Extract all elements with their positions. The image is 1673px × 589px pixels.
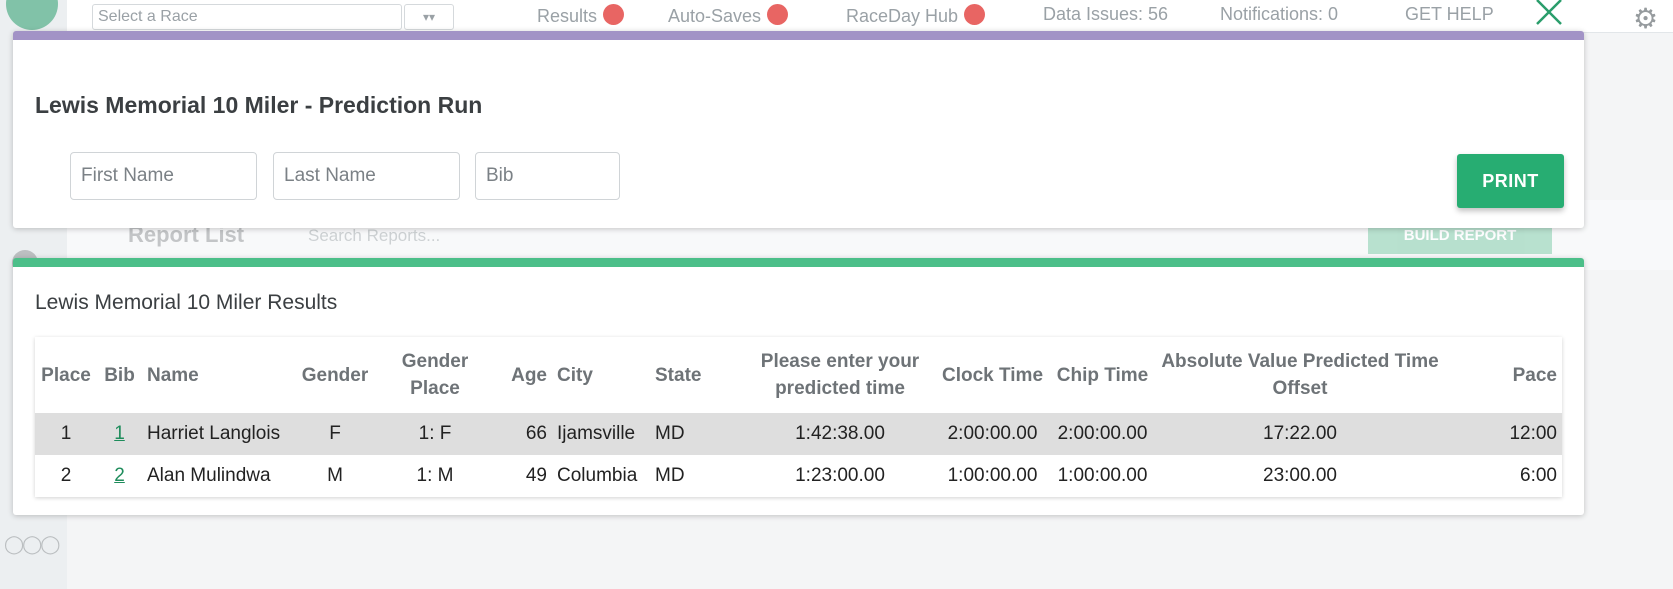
cell-offset: 23:00.00 <box>1263 465 1337 487</box>
cell-chip-time: 1:00:00.00 <box>1057 465 1148 487</box>
cell-clock-time: 2:00:00.00 <box>947 422 1038 444</box>
cell-gender: M <box>327 465 343 487</box>
cell-gender-place: 1: F <box>418 422 452 444</box>
nav-results[interactable]: Results <box>537 4 625 27</box>
cell-state: MD <box>655 465 685 487</box>
alert-dot-icon <box>767 4 789 25</box>
cell-predicted-time: 1:42:38.00 <box>795 422 885 444</box>
cell-gender-place: 1: M <box>416 465 454 487</box>
col-header-state[interactable]: State <box>650 337 745 413</box>
bib-input[interactable] <box>475 152 620 200</box>
app-logo <box>6 0 58 30</box>
table-row: 1 1 Harriet Langlois F 1: F 66 Ijamsvill… <box>35 413 1562 455</box>
col-header-predicted-time[interactable]: Please enter your predicted time <box>745 337 935 413</box>
cell-predicted-time: 1:23:00.00 <box>795 465 885 487</box>
report-search-input[interactable]: Search Reports... <box>308 226 440 246</box>
first-name-input[interactable] <box>70 152 257 200</box>
col-header-place[interactable]: Place <box>35 337 97 413</box>
close-icon[interactable] <box>1532 0 1566 26</box>
cell-pace: 6:00 <box>1520 465 1557 487</box>
race-select-toggle[interactable]: ▾▾ <box>404 4 454 30</box>
results-title: Lewis Memorial 10 Miler Results <box>35 291 338 314</box>
col-header-age[interactable]: Age <box>490 337 552 413</box>
cell-city: Ijamsville <box>557 422 636 444</box>
gear-icon[interactable]: ⚙ <box>1633 2 1658 35</box>
cell-name: Harriet Langlois <box>147 422 281 444</box>
cell-clock-time: 1:00:00.00 <box>947 465 1038 487</box>
col-header-chip-time[interactable]: Chip Time <box>1050 337 1155 413</box>
col-header-name[interactable]: Name <box>142 337 290 413</box>
cell-offset: 17:22.00 <box>1263 422 1337 444</box>
prediction-run-card: Lewis Memorial 10 Miler - Prediction Run… <box>13 31 1584 228</box>
cell-age: 49 <box>525 465 547 487</box>
race-select[interactable]: Select a Race <box>92 4 402 30</box>
table-row: 2 2 Alan Mulindwa M 1: M 49 Columbia MD … <box>35 455 1562 497</box>
col-header-offset[interactable]: Absolute Value Predicted Time Offset <box>1155 337 1445 413</box>
print-button[interactable]: PRINT <box>1457 154 1564 208</box>
table-header-row: Place Bib Name Gender Gender Place Age C… <box>35 337 1562 413</box>
col-header-pace[interactable]: Pace <box>1445 337 1562 413</box>
nav-data-issues[interactable]: Data Issues: 56 <box>1043 4 1168 25</box>
results-card: Lewis Memorial 10 Miler Results Place Bi… <box>13 258 1584 515</box>
alert-dot-icon <box>964 4 986 25</box>
bib-link[interactable]: 1 <box>114 423 125 444</box>
cell-bib: 2 <box>97 455 142 497</box>
sidebar-chain-icon: ◯◯◯ <box>4 534 60 554</box>
cell-gender: F <box>329 422 341 444</box>
col-header-city[interactable]: City <box>552 337 650 413</box>
alert-dot-icon <box>603 4 625 25</box>
col-header-bib[interactable]: Bib <box>97 337 142 413</box>
nav-auto-saves[interactable]: Auto-Saves <box>668 4 789 27</box>
cell-state: MD <box>655 422 685 444</box>
cell-name: Alan Mulindwa <box>147 465 271 487</box>
nav-notifications[interactable]: Notifications: 0 <box>1220 4 1338 25</box>
col-header-gender[interactable]: Gender <box>290 337 380 413</box>
cell-place: 1 <box>60 422 72 444</box>
cell-place: 2 <box>60 465 72 487</box>
cell-chip-time: 2:00:00.00 <box>1057 422 1148 444</box>
cell-bib: 1 <box>97 413 142 455</box>
cell-pace: 12:00 <box>1509 422 1557 444</box>
nav-get-help[interactable]: GET HELP <box>1405 4 1494 25</box>
col-header-clock-time[interactable]: Clock Time <box>935 337 1050 413</box>
col-header-gender-place[interactable]: Gender Place <box>380 337 490 413</box>
last-name-input[interactable] <box>273 152 460 200</box>
cell-age: 66 <box>525 422 547 444</box>
prediction-run-title: Lewis Memorial 10 Miler - Prediction Run <box>35 92 483 118</box>
bib-link[interactable]: 2 <box>114 465 125 486</box>
nav-raceday-hub[interactable]: RaceDay Hub <box>846 4 986 27</box>
results-table: Place Bib Name Gender Gender Place Age C… <box>35 337 1562 497</box>
cell-city: Columbia <box>557 465 638 487</box>
